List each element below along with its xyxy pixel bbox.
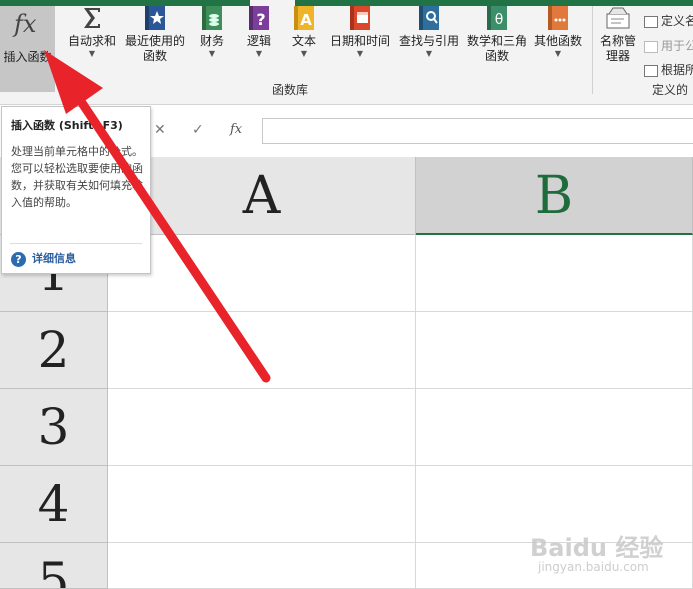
baidu-watermark: Baidu 经验 jingyan.baidu.com — [530, 520, 690, 584]
arrow-shaft — [65, 80, 271, 383]
red-arrow-annotation — [44, 50, 271, 383]
watermark-logo: Baidu 经验 — [530, 534, 664, 562]
arrow-head — [44, 50, 103, 114]
watermark-url: jingyan.baidu.com — [538, 560, 649, 574]
